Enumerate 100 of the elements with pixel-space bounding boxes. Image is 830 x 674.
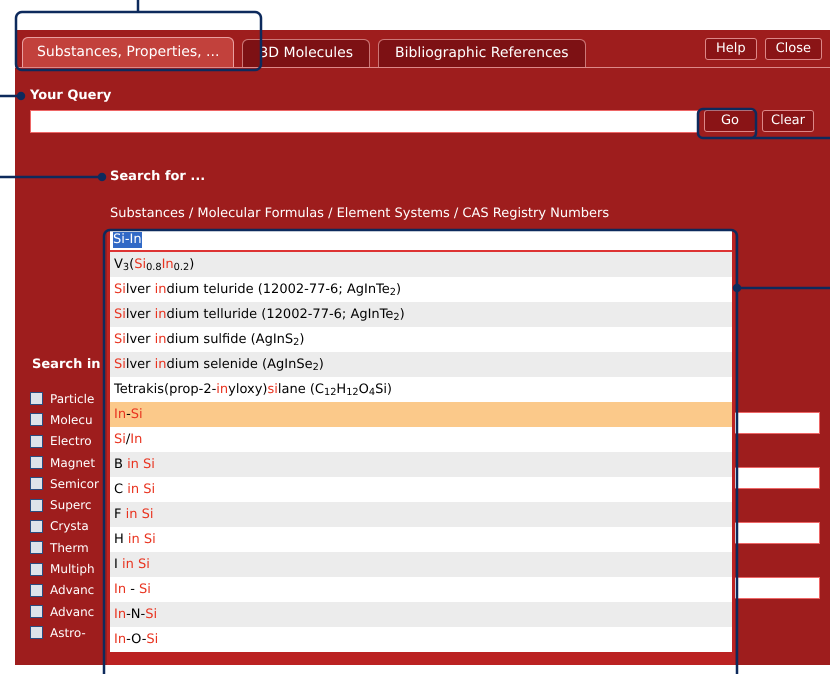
suggestion-text: in bbox=[154, 330, 167, 349]
suggestion-item[interactable]: F in Si bbox=[110, 502, 732, 527]
checkbox[interactable] bbox=[30, 413, 43, 426]
suggestion-item[interactable]: Si/In bbox=[110, 427, 732, 452]
suggestion-text: si bbox=[267, 380, 278, 399]
suggestion-text: - bbox=[126, 406, 131, 424]
checkbox-label: Multiph bbox=[50, 561, 95, 578]
suggestion-text: B bbox=[114, 456, 124, 474]
suggestion-text: In bbox=[114, 630, 126, 649]
checkbox[interactable] bbox=[30, 456, 43, 470]
suggestion-text: Si bbox=[114, 356, 126, 374]
suggestion-text: Si bbox=[130, 406, 143, 424]
go-button[interactable]: Go bbox=[704, 110, 756, 132]
suggestion-text: Si bbox=[134, 256, 146, 274]
checkbox[interactable] bbox=[30, 541, 43, 554]
checkbox[interactable] bbox=[30, 584, 43, 597]
checkbox[interactable] bbox=[30, 498, 43, 512]
header-button[interactable]: Help bbox=[704, 38, 757, 60]
suggestion-item[interactable]: In-O-Si bbox=[110, 627, 732, 652]
section-label: Search for ... bbox=[110, 168, 206, 186]
suggestion-item[interactable]: I in Si bbox=[110, 552, 732, 577]
clear-button[interactable]: Clear bbox=[762, 110, 814, 132]
suggestion-text: H bbox=[114, 530, 125, 549]
suggestion-text: F bbox=[114, 506, 122, 524]
checkbox[interactable] bbox=[30, 520, 43, 533]
suggestion-text: / bbox=[126, 430, 130, 449]
checkbox-label: Molecu bbox=[50, 412, 93, 429]
suggestion-item[interactable]: In - Si bbox=[110, 577, 732, 602]
checkbox-label: Electro bbox=[50, 433, 92, 450]
suggestion-text: Si bbox=[145, 606, 158, 624]
checkbox-label: Superc bbox=[50, 497, 92, 514]
suggestion-text: $_{0.2}$) bbox=[174, 256, 194, 274]
suggestion-text: Si bbox=[146, 630, 158, 649]
suggestion-text: dium telluride (12002-77-6; AgInTe$_{2}$) bbox=[166, 306, 405, 324]
suggestion-item[interactable]: Silver indium teluride (12002-77-6; AgInTe$_{2}$) bbox=[110, 277, 732, 302]
suggestion-item[interactable]: Silver indium sulfide (AgInS$_{2}$) bbox=[110, 327, 732, 352]
section-label: Your Query bbox=[30, 87, 112, 105]
checkbox-label: Particle bbox=[50, 390, 94, 408]
suggestion-text: -N- bbox=[126, 606, 146, 624]
suggestion-text: in bbox=[154, 356, 167, 374]
suggestion-item[interactable]: H in Si bbox=[110, 527, 732, 552]
suggestion-text: Si bbox=[114, 330, 126, 349]
suggestion-item[interactable]: In-N-Si bbox=[110, 602, 732, 627]
suggestion-text: Si bbox=[114, 280, 126, 299]
suggestion-text: In bbox=[114, 406, 126, 424]
checkbox[interactable] bbox=[30, 626, 43, 640]
suggestion-text: in Si bbox=[122, 556, 150, 574]
suggestion-item[interactable]: In-Si bbox=[110, 402, 732, 427]
checkbox-label: Astro- bbox=[50, 624, 86, 642]
suggestion-text: in bbox=[154, 306, 167, 324]
hint-text: Substances / Molecular Formulas / Element Systems / CAS Registry Numbers bbox=[110, 205, 610, 223]
checkbox-label: Therm bbox=[50, 540, 89, 557]
checkbox-label: Advanc bbox=[50, 604, 94, 621]
suggestion-item[interactable]: C in Si bbox=[110, 477, 732, 502]
suggestion-item[interactable]: Silver indium selenide (AgInSe$_{2}$) bbox=[110, 352, 732, 377]
checkbox[interactable] bbox=[30, 605, 43, 618]
suggestion-text: lane (C$_{12}$H$_{12}$O$_{4}$Si) bbox=[278, 380, 392, 400]
suggestion-text: lver bbox=[126, 356, 152, 374]
checkbox[interactable] bbox=[30, 562, 43, 576]
checkbox-label: Semicor bbox=[50, 476, 99, 493]
suggestion-text: lver bbox=[126, 306, 152, 324]
suggestion-text: dium teluride (12002-77-6; AgInTe$_{2}$) bbox=[166, 280, 402, 300]
suggestion-text: -O- bbox=[126, 630, 146, 649]
suggestion-text: lver bbox=[126, 330, 152, 349]
suggestion-text: V$_{3}$( bbox=[114, 256, 134, 274]
query-field[interactable] bbox=[30, 110, 698, 132]
suggestion-text: in bbox=[216, 380, 228, 399]
suggestion-item[interactable]: Tetrakis(prop-2-inyloxy)silane (C$_{12}$H$_{12}$O$_{4}$Si) bbox=[110, 377, 732, 402]
header-button[interactable]: Close bbox=[764, 38, 822, 60]
suggestion-text: 0.8 bbox=[146, 261, 162, 274]
suggestion-text: dium selenide (AgInSe$_{2}$) bbox=[166, 356, 324, 374]
checkbox[interactable] bbox=[30, 434, 43, 448]
suggestion-text: Si bbox=[114, 306, 126, 324]
suggestion-text: C bbox=[114, 480, 124, 499]
suggestion-item[interactable]: V$_{3}$(Si$_{0.8}$In$_{0.2}$) bbox=[110, 252, 732, 277]
suggestion-text: - bbox=[129, 580, 136, 599]
suggestion-text: yloxy) bbox=[228, 380, 268, 399]
section-label: Search in bbox=[31, 356, 102, 374]
tab[interactable]: Bibliographic References bbox=[378, 39, 586, 67]
suggestion-text: In bbox=[114, 580, 126, 599]
tab[interactable]: 3D Molecules bbox=[242, 39, 370, 67]
tab[interactable]: Substances, Properties, ... bbox=[22, 37, 234, 67]
suggestion-text: in Si bbox=[128, 530, 156, 549]
checkbox-label: Advanc bbox=[50, 582, 94, 600]
checkbox[interactable] bbox=[30, 392, 43, 406]
suggestion-text: I bbox=[114, 556, 119, 574]
checkbox-label: Magnet bbox=[50, 454, 96, 472]
suggestion-item[interactable]: B in Si bbox=[110, 452, 732, 477]
suggestion-text: in Si bbox=[127, 480, 156, 499]
suggestion-text: In bbox=[114, 606, 126, 624]
checkbox[interactable] bbox=[30, 477, 43, 490]
suggestion-item[interactable]: Silver indium telluride (12002-77-6; AgInTe$_{2}$) bbox=[110, 302, 732, 327]
suggestion-text: in Si bbox=[126, 506, 154, 524]
suggestion-text: in bbox=[154, 280, 167, 299]
suggestion-text: Si bbox=[114, 430, 126, 449]
suggestion-text: In bbox=[130, 430, 142, 449]
suggestion-text: In bbox=[162, 256, 174, 274]
suggestion-text: Tetrakis(prop-2- bbox=[114, 380, 216, 399]
suggestion-text: dium sulfide (AgInS$_{2}$) bbox=[166, 330, 304, 350]
search-field[interactable]: Si-In bbox=[113, 232, 142, 248]
